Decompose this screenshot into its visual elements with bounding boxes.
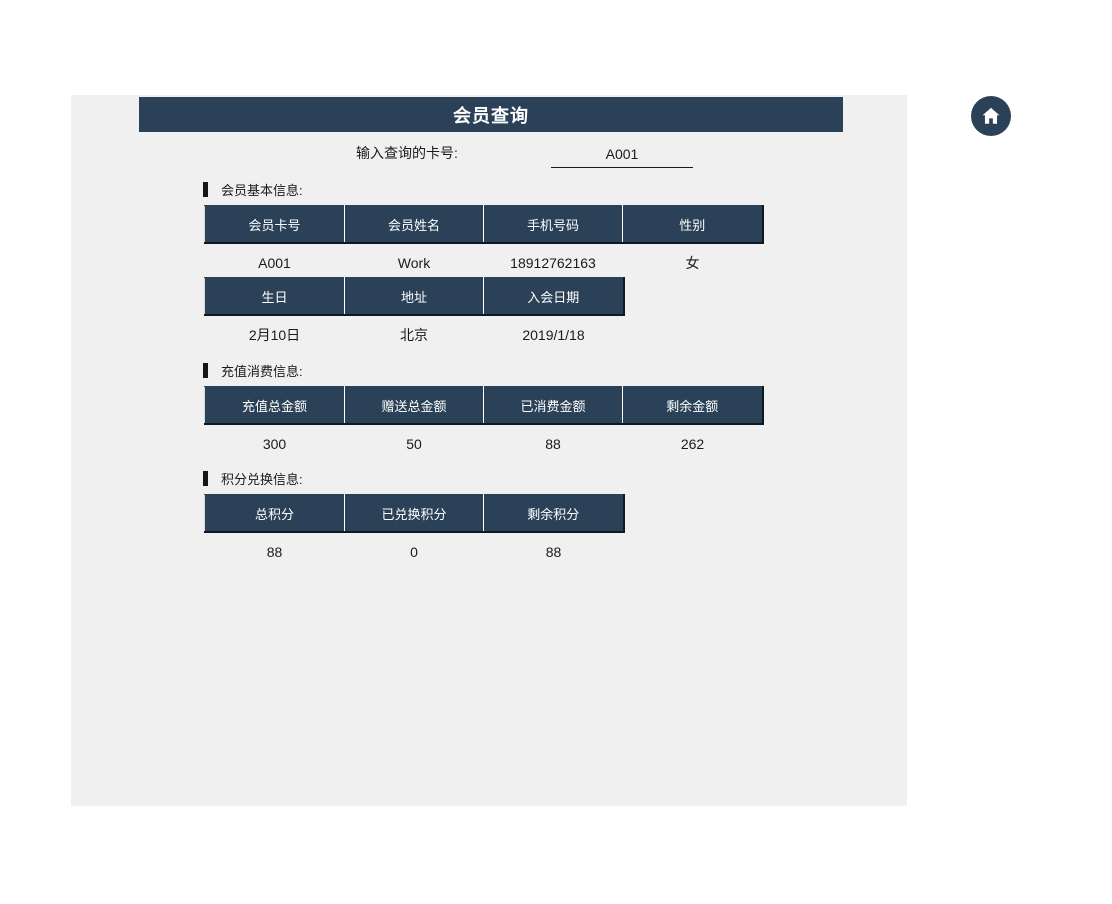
table-cell: 88 <box>204 532 345 571</box>
table-header-row: 会员卡号 会员姓名 手机号码 性别 <box>204 205 764 244</box>
table-cell: 北京 <box>344 315 484 354</box>
card-number-label: 输入查询的卡号: <box>356 145 458 161</box>
table-cell: 0 <box>344 532 484 571</box>
column-header: 入会日期 <box>483 277 625 316</box>
column-header: 剩余金额 <box>622 386 764 425</box>
column-header: 充值总金额 <box>204 386 345 425</box>
card-number-input[interactable] <box>551 140 693 168</box>
section-label-text: 充值消费信息: <box>221 364 303 379</box>
section-label-text: 积分兑换信息: <box>221 472 303 487</box>
table-cell: 300 <box>204 424 345 463</box>
bullet-bar-icon <box>203 471 208 486</box>
page-title: 会员查询 <box>453 105 529 126</box>
page-title-bar: 会员查询 <box>139 97 843 132</box>
column-header: 会员卡号 <box>204 205 345 244</box>
column-header: 总积分 <box>204 494 345 533</box>
column-header: 赠送总金额 <box>344 386 484 425</box>
section-label-recharge-consumption: 充值消费信息: <box>203 361 303 380</box>
table-header-row: 生日 地址 入会日期 <box>204 277 625 316</box>
table-cell: 88 <box>483 532 624 571</box>
table-header-row: 总积分 已兑换积分 剩余积分 <box>204 494 625 533</box>
bullet-bar-icon <box>203 182 208 197</box>
table-cell: 262 <box>622 424 763 463</box>
column-header: 会员姓名 <box>344 205 484 244</box>
section-label-text: 会员基本信息: <box>221 183 303 198</box>
bullet-bar-icon <box>203 363 208 378</box>
column-header: 手机号码 <box>483 205 623 244</box>
table-cell: 女 <box>622 243 763 282</box>
home-icon <box>980 105 1002 127</box>
table-points-exchange: 总积分 已兑换积分 剩余积分 88 0 88 <box>204 494 625 571</box>
column-header: 已消费金额 <box>483 386 623 425</box>
column-header: 地址 <box>344 277 484 316</box>
table-cell: 2月10日 <box>204 315 345 354</box>
card-query-row: 输入查询的卡号: <box>139 140 843 170</box>
table-row: 300 50 88 262 <box>204 424 763 463</box>
table-cell: 50 <box>344 424 484 463</box>
table-cell: 2019/1/18 <box>483 315 624 354</box>
section-label-points-exchange: 积分兑换信息: <box>203 469 303 488</box>
column-header: 剩余积分 <box>483 494 625 533</box>
table-recharge-consumption: 充值总金额 赠送总金额 已消费金额 剩余金额 300 50 88 262 <box>204 386 764 463</box>
section-label-basic-info: 会员基本信息: <box>203 180 303 199</box>
table-row: 2月10日 北京 2019/1/18 <box>204 315 624 354</box>
table-cell: 88 <box>483 424 623 463</box>
member-query-panel: 会员查询 输入查询的卡号: 会员基本信息: 会员卡号 会员姓名 手机号码 性别 … <box>71 95 907 806</box>
home-button[interactable] <box>971 96 1011 136</box>
table-header-row: 充值总金额 赠送总金额 已消费金额 剩余金额 <box>204 386 764 425</box>
table-basic-info-secondary: 生日 地址 入会日期 2月10日 北京 2019/1/18 <box>204 277 625 354</box>
table-basic-info-primary: 会员卡号 会员姓名 手机号码 性别 A001 Work 18912762163 … <box>204 205 764 282</box>
table-row: 88 0 88 <box>204 532 624 571</box>
column-header: 性别 <box>622 205 764 244</box>
column-header: 生日 <box>204 277 345 316</box>
column-header: 已兑换积分 <box>344 494 484 533</box>
